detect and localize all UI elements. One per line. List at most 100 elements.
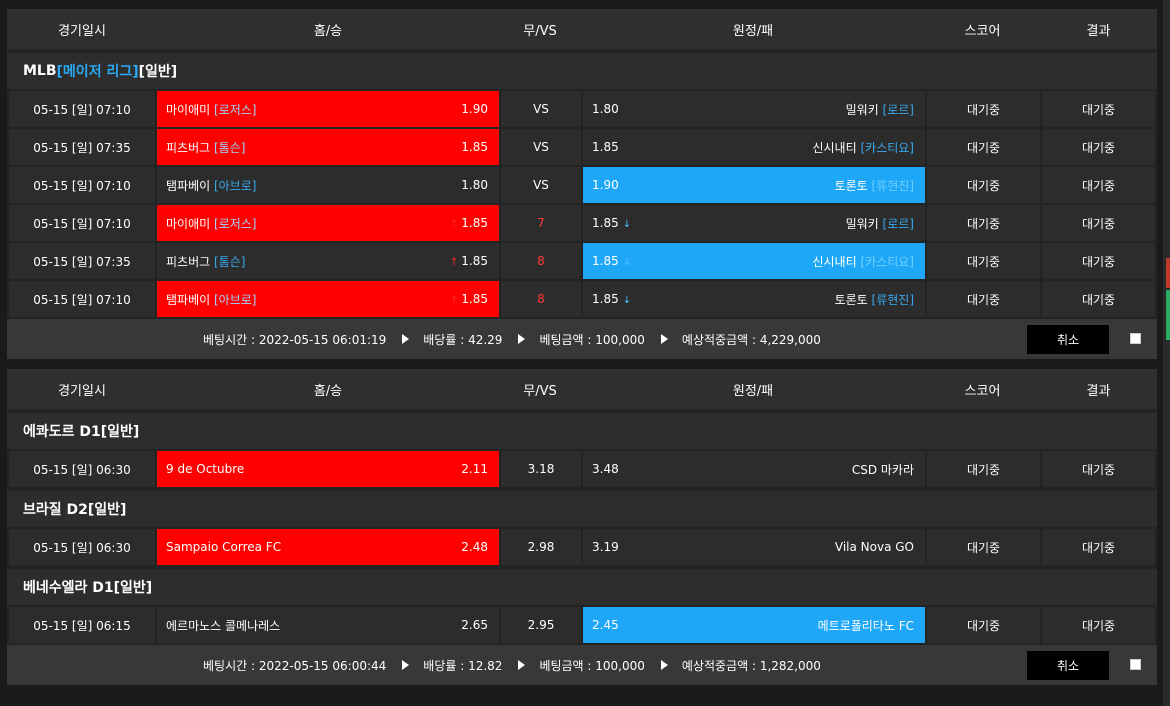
odds-up-icon: ↑ [449,295,459,306]
away-team-name: 신시내티 [812,140,857,155]
league-type: [일반] [87,502,127,518]
match-row: 05-15 [일] 07:10 탬파베이 [아브로] 1.80 VS 1.90 토론토 [… [7,165,1157,203]
league-name: 에콰도르 D1 [23,424,101,440]
away-odds-cell[interactable]: 1.85 ↓ 토론토 [류현진] [583,281,925,317]
home-odds-cell[interactable]: 탬파베이 [아브로] ↑ 1.85 [157,281,499,317]
cancel-button[interactable]: 취소 [1027,325,1109,354]
league-title: 브라질 D2 [일반] [7,491,1157,527]
away-team-name: 밀워키 [845,102,879,117]
home-odds-cell[interactable]: 피츠버그 [톰슨] 1.85 [157,129,499,165]
triangle-right-icon [402,660,410,670]
away-team: 메트로폴리타노 FC [818,617,914,634]
header-score: 스코어 [964,23,1001,39]
home-pitcher: [아브로] [214,178,257,193]
match-result: 대기중 [1042,281,1155,317]
away-team-name: Vila Nova GO [834,540,914,554]
home-odds-value: 1.85 [461,216,488,230]
select-checkbox[interactable] [1130,659,1141,670]
home-odds-cell[interactable]: 에르마노스 콜메나레스 2.65 [157,607,499,643]
home-odds-cell[interactable]: 탬파베이 [아브로] 1.80 [157,167,499,203]
away-odds-cell[interactable]: 1.85 ↓ 밀워키 [로르] [583,205,925,241]
bet-slip: 경기일시 홈/승 무/VS 원정/패 스코어 결과 에콰도르 D1 [일반] 05-15 [일… [7,369,1157,685]
cancel-button[interactable]: 취소 [1027,651,1109,680]
home-odds: 1.90 [461,102,488,116]
page-scrollbar[interactable] [1163,0,1170,706]
away-odds-cell[interactable]: 1.85 ↓ 신시내티 [카스티요] [583,243,925,279]
match-score: 대기중 [927,91,1040,127]
match-result: 대기중 [1042,529,1155,565]
away-odds: 1.85 ↓ [592,292,631,306]
home-odds-value: 1.85 [461,140,488,154]
match-date: 05-15 [일] 07:35 [9,129,155,165]
draw-vs-cell[interactable]: 8 [501,281,581,317]
match-result: 대기중 [1042,91,1155,127]
away-team-name: 토론토 [834,292,868,307]
odds-down-icon: ↓ [622,295,632,306]
away-team-name: 밀워키 [845,216,879,231]
home-team-name: 피츠버그 [166,140,211,155]
odds-down-icon: ↓ [622,219,632,230]
triangle-right-icon [660,660,668,670]
away-odds-cell[interactable]: 1.80 밀워키 [로르] [583,91,925,127]
home-odds: 1.80 [461,178,488,192]
summary-rate: 배당률 : 42.29 [423,332,503,347]
home-team: 탬파베이 [아브로] [166,177,256,194]
home-odds-cell[interactable]: Sampaio Correa FC 2.48 [157,529,499,565]
away-odds-value: 1.85 [592,254,619,268]
draw-vs-cell[interactable]: 2.98 [501,529,581,565]
draw-vs-cell[interactable]: VS [501,167,581,203]
match-row: 05-15 [일] 07:10 마이애미 [로저스] 1.90 VS 1.80 밀워키 [… [7,89,1157,127]
away-pitcher: [카스티요] [860,140,914,155]
draw-vs-cell[interactable]: 7 [501,205,581,241]
summary-amount: 베팅금액 : 100,000 [539,332,645,347]
match-row: 05-15 [일] 06:30 9 de Octubre 2.11 3.18 3.48 C… [7,449,1157,487]
triangle-right-icon [518,334,526,344]
home-team: 마이애미 [로저스] [166,215,256,232]
away-odds-value: 1.85 [592,140,619,154]
home-odds-cell[interactable]: 피츠버그 [톰슨] ↑ 1.85 [157,243,499,279]
away-pitcher: [로르] [882,102,914,117]
header-home: 홈/승 [313,23,343,39]
league-tag: [메이저 리그] [56,64,139,80]
away-odds: 1.85 [592,140,619,154]
away-odds-cell[interactable]: 3.48 CSD 마카라 [583,451,925,487]
league-type: [일반] [100,424,140,440]
draw-vs-cell[interactable]: 2.95 [501,607,581,643]
home-odds-cell[interactable]: 마이애미 [로저스] ↑ 1.85 [157,205,499,241]
home-odds: 2.65 [461,618,488,632]
away-odds-cell[interactable]: 1.90 토론토 [류현진] [583,167,925,203]
summary-time: 베팅시간 : 2022-05-15 06:00:44 [203,658,387,673]
scroll-marker-green [1166,290,1170,340]
home-odds-cell[interactable]: 9 de Octubre 2.11 [157,451,499,487]
away-pitcher: [카스티요] [860,254,914,269]
match-result: 대기중 [1042,607,1155,643]
header-away: 원정/패 [732,383,774,399]
header-result: 결과 [1086,383,1111,399]
table-header: 경기일시 홈/승 무/VS 원정/패 스코어 결과 [7,369,1157,409]
match-row: 05-15 [일] 07:10 탬파베이 [아브로] ↑ 1.85 8 1.85 ↓ 토론토 … [7,279,1157,317]
draw-vs-cell[interactable]: 8 [501,243,581,279]
bet-slip: 경기일시 홈/승 무/VS 원정/패 스코어 결과 MLB [메이저 리그] [일반] 05-… [7,9,1157,359]
away-odds-cell[interactable]: 2.45 메트로폴리타노 FC [583,607,925,643]
header-date: 경기일시 [58,383,106,399]
select-checkbox[interactable] [1130,333,1141,344]
away-team: 신시내티 [카스티요] [812,253,914,270]
league-title: 에콰도르 D1 [일반] [7,413,1157,449]
match-date: 05-15 [일] 07:10 [9,281,155,317]
match-row: 05-15 [일] 06:30 Sampaio Correa FC 2.48 2.98… [7,527,1157,565]
away-odds: 1.85 ↓ [592,216,631,230]
draw-vs-cell[interactable]: 3.18 [501,451,581,487]
slip-gap [7,359,1157,369]
draw-vs-cell[interactable]: VS [501,129,581,165]
draw-vs-cell[interactable]: VS [501,91,581,127]
away-odds-cell[interactable]: 1.85 신시내티 [카스티요] [583,129,925,165]
away-team-name: CSD 마카라 [851,462,914,477]
header-vs: 무/VS [523,383,557,399]
match-date: 05-15 [일] 07:10 [9,91,155,127]
home-odds-cell[interactable]: 마이애미 [로저스] 1.90 [157,91,499,127]
away-odds-value: 1.90 [592,178,619,192]
away-odds-cell[interactable]: 3.19 Vila Nova GO [583,529,925,565]
home-pitcher: [로저스] [214,216,257,231]
away-odds-value: 3.19 [592,540,619,554]
header-score: 스코어 [964,383,1001,399]
